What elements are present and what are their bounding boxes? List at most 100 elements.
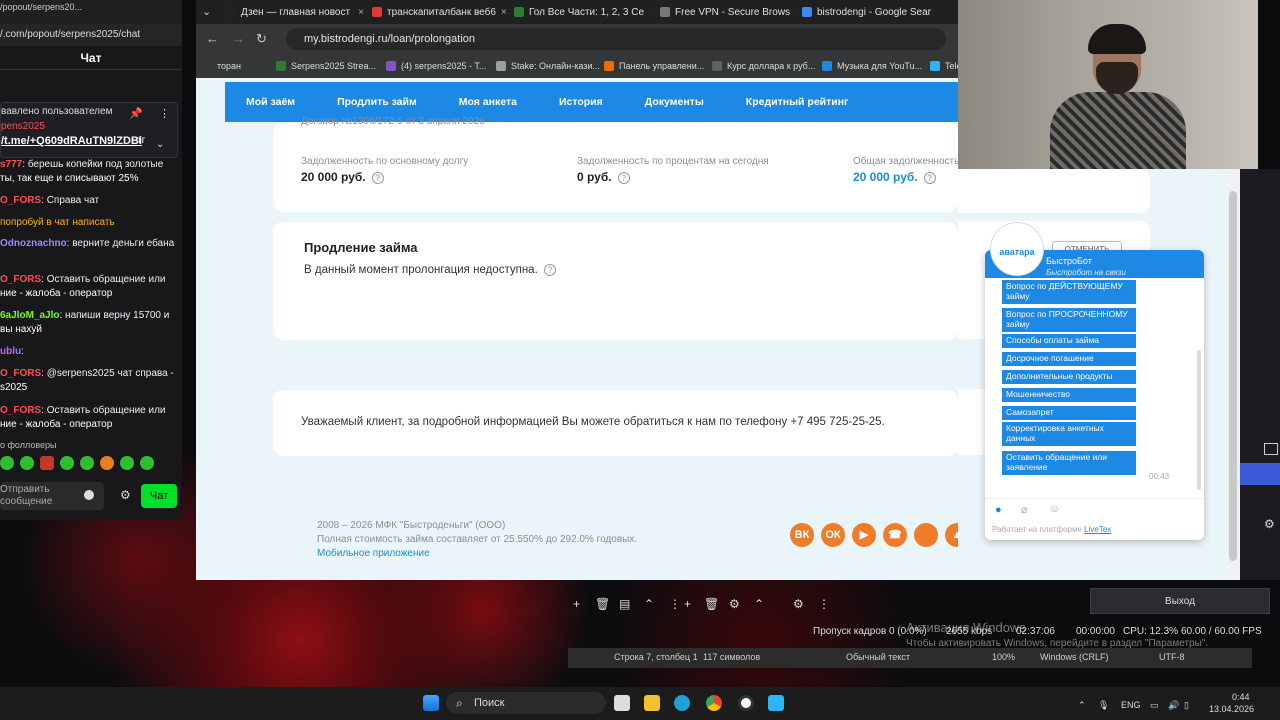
social-icon[interactable]: ☎	[883, 523, 907, 547]
tray-language[interactable]: ENG	[1121, 700, 1141, 710]
help-icon[interactable]: ?	[371, 171, 384, 184]
page-scrollbar[interactable]	[1226, 169, 1240, 580]
chatbot-option-button[interactable]: Самозапрет	[1002, 406, 1136, 420]
chat-bubble-icon[interactable]: ●	[995, 504, 1002, 516]
help-icon[interactable]: ?	[923, 171, 936, 184]
settings-icon[interactable]: ⚙	[120, 488, 131, 502]
social-icon[interactable]: ВК	[790, 523, 814, 547]
social-icon[interactable]: ОК	[821, 523, 845, 547]
volume-icon[interactable]: 🔊	[1168, 700, 1179, 711]
twitch-url[interactable]: /.com/popout/serpens2025/chat	[0, 24, 182, 46]
chat-username[interactable]: 6aJloM_aJlo	[0, 310, 59, 321]
site-nav-item[interactable]: Продлить займ	[337, 96, 417, 108]
obs-toolbar-icon[interactable]: ▤	[619, 597, 630, 611]
obs-toolbar-icon[interactable]: ⌃	[644, 597, 654, 611]
windows-start-icon[interactable]	[423, 695, 439, 711]
obs-icon[interactable]	[738, 695, 754, 711]
forward-icon[interactable]: →	[232, 31, 245, 46]
obs-toolbar-icon[interactable]: ⋮	[669, 597, 681, 611]
chat-username[interactable]: O_FORS	[0, 195, 41, 206]
social-icon[interactable]: ▲	[945, 523, 958, 547]
task-view-icon[interactable]	[614, 695, 630, 711]
site-nav-item[interactable]: Кредитный рейтинг	[746, 96, 849, 108]
network-icon[interactable]: ▭	[1150, 700, 1159, 711]
edge-icon[interactable]	[674, 695, 690, 711]
emoji-icon[interactable]	[84, 490, 94, 500]
obs-toolbar-icon[interactable]: 🗑	[595, 597, 610, 611]
chat-username[interactable]: O_FORS	[0, 405, 41, 416]
emote-row[interactable]	[0, 456, 160, 472]
pin-icon[interactable]: 📌	[129, 107, 143, 120]
help-icon[interactable]: ?	[617, 171, 630, 184]
bookmark-item[interactable]: торан	[202, 54, 241, 78]
window-icon[interactable]	[1264, 443, 1278, 455]
tray-time[interactable]: 0:44	[1232, 692, 1250, 702]
browser-tab[interactable]: bistrodengi - Google Sear×	[796, 0, 936, 24]
chrome-icon[interactable]	[706, 695, 722, 711]
chatbot-option-button[interactable]: Вопрос по ДЕЙСТВУЮЩЕМУ займу	[1002, 280, 1136, 304]
chevron-down-icon[interactable]: ⌄	[156, 139, 164, 150]
browser-tab[interactable]: транскапиталбанк веб6 ×	[366, 0, 508, 24]
mobile-app-link[interactable]: Мобильное приложение	[317, 548, 430, 559]
taskbar-search[interactable]: Поиск	[446, 692, 606, 714]
back-icon[interactable]: ←	[206, 31, 219, 46]
site-nav-item[interactable]: Документы	[645, 96, 704, 108]
obs-toolbar-icon[interactable]: ⚙	[729, 597, 740, 611]
obs-toolbar-icon[interactable]: ⚙	[793, 597, 804, 611]
obs-toolbar-icon[interactable]: +	[573, 597, 580, 611]
browser-tab[interactable]: Гол Все Части: 1, 2, 3 Се ×	[508, 0, 650, 24]
tab-search-icon[interactable]: ⌄	[202, 5, 211, 18]
obs-toolbar-icon[interactable]: 🗑	[704, 597, 719, 611]
chat-username[interactable]: O_FORS	[0, 368, 41, 379]
notepad-icon[interactable]	[768, 695, 784, 711]
social-icon[interactable]: ▶	[852, 523, 876, 547]
browser-tab[interactable]: Дзен — главная новост ×	[220, 0, 370, 24]
social-icon[interactable]	[914, 523, 938, 547]
livetex-link[interactable]: LiveTex	[1084, 525, 1111, 534]
bookmark-item[interactable]: Tele	[930, 54, 958, 78]
bookmark-item[interactable]: Панель управлени...	[604, 54, 704, 78]
obs-exit-button[interactable]: Выход	[1090, 588, 1270, 614]
close-icon[interactable]: ×	[649, 7, 650, 18]
pinned-link[interactable]: /t.me/+Q609dRAuTN9lZDBi	[1, 135, 142, 147]
chat-send-button[interactable]: Чат	[141, 484, 177, 508]
gear-icon[interactable]: ⚙	[1264, 517, 1275, 531]
chatbot-option-button[interactable]: Дополнительные продукты	[1002, 370, 1136, 384]
chat-scrollbar[interactable]	[1197, 350, 1201, 490]
chatbot-option-button[interactable]: Способы оплаты займа	[1002, 334, 1136, 348]
obs-toolbar-icon[interactable]: ⌃	[754, 597, 764, 611]
emoji-icon[interactable]: ☺	[1049, 503, 1060, 515]
obs-control-button[interactable]	[1240, 463, 1280, 485]
bookmark-item[interactable]: (4) serpens2025 - T...	[386, 54, 486, 78]
tray-chevron-icon[interactable]: ⌃	[1078, 700, 1086, 711]
bookmark-item[interactable]: Serpens2025 Strea...	[276, 54, 376, 78]
chat-username[interactable]: s777	[0, 159, 22, 170]
bookmark-item[interactable]: Stake: Онлайн-кази...	[496, 54, 600, 78]
site-nav-item[interactable]: Мой заём	[246, 96, 295, 108]
close-icon[interactable]: ×	[501, 7, 507, 18]
bookmark-item[interactable]: Музыка для YouTu...	[822, 54, 922, 78]
obs-toolbar-icon[interactable]: +	[684, 597, 691, 611]
chat-username[interactable]: Odnoznachno	[0, 238, 67, 249]
battery-icon[interactable]: ▯	[1184, 700, 1189, 711]
mic-icon[interactable]: 🎙	[1098, 700, 1109, 711]
chatbot-option-button[interactable]: Мошенничество	[1002, 388, 1136, 402]
chatbot-option-button[interactable]: Оставить обращение или заявление	[1002, 451, 1136, 475]
attach-icon[interactable]: ⌀	[1021, 503, 1028, 516]
site-nav-item[interactable]: История	[559, 96, 603, 108]
tray-date[interactable]: 13.04.2026	[1209, 704, 1254, 714]
bookmark-item[interactable]: Курс доллара к руб...	[712, 54, 815, 78]
chat-username[interactable]: O_FORS	[0, 274, 41, 285]
chatbot-option-button[interactable]: Досрочное погашение	[1002, 352, 1136, 366]
chatbot-option-button[interactable]: Корректировка анкетных данных	[1002, 422, 1136, 446]
site-nav-item[interactable]: Моя анкета	[459, 96, 517, 108]
url-field[interactable]: my.bistrodengi.ru/loan/prolongation	[286, 28, 946, 50]
obs-toolbar-icon[interactable]: ⋮	[818, 597, 830, 611]
browser-tab[interactable]: Free VPN - Secure Brows×	[654, 0, 796, 24]
help-icon[interactable]: ?	[543, 264, 556, 276]
more-icon[interactable]: ⋮	[159, 107, 170, 120]
close-icon[interactable]: ×	[358, 7, 364, 18]
chat-username[interactable]: ublu	[0, 346, 21, 357]
chatbot-option-button[interactable]: Вопрос по ПРОСРОЧЕННОМУ займу	[1002, 308, 1136, 332]
reload-icon[interactable]: ↻	[256, 31, 267, 47]
